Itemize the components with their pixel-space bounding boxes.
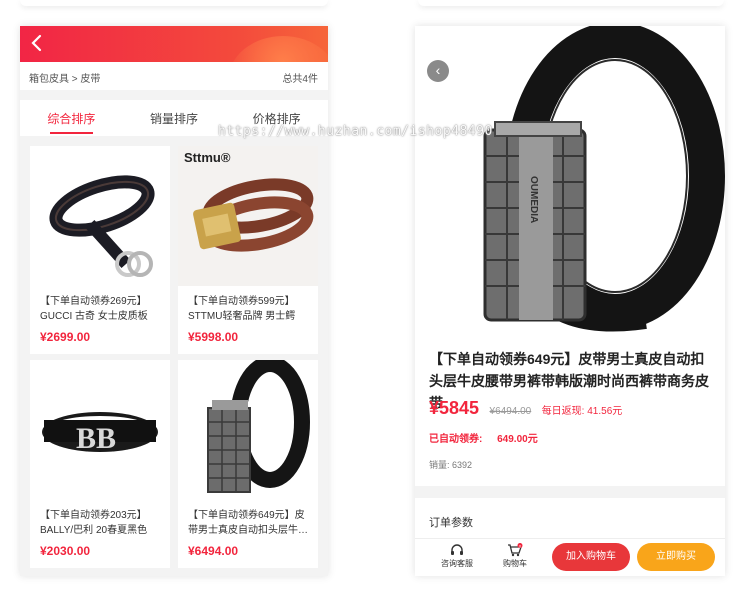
header-decoration (228, 36, 328, 62)
product-info: 【下单自动领券649元】皮带男士真皮自动扣头层牛皮腰带男裤带韩版潮时尚西裤带商务… (415, 336, 725, 486)
breadcrumb-bar: 箱包皮具 > 皮带 总共4件 (20, 62, 328, 90)
product-title[interactable]: 【下单自动领券599元】STTMU轻奢品牌 男士鳄鱼… (188, 294, 312, 324)
product-image[interactable]: BB (30, 360, 170, 500)
coupon-label: 已自动领券: (429, 434, 483, 445)
coupon-line: 已自动领券: 649.00元 (429, 430, 538, 445)
item-count: 总共4件 (282, 74, 318, 85)
customer-service-label: 咨询客服 (441, 559, 473, 568)
product-list-screen: 箱包皮具 > 皮带 总共4件 综合排序 销量排序 价格排序 【下单自动领券269… (20, 26, 328, 576)
cart-button[interactable]: 0 购物车 (495, 543, 535, 569)
previous-screen-edge-right (418, 0, 724, 6)
product-price: ¥2030.00 (40, 544, 91, 558)
product-card[interactable]: Sttmu® 【下单自动领券599元】STTMU轻奢品牌 男士鳄鱼… ¥5998… (178, 146, 318, 354)
watermark-text: https://www.huzhan.com/ishop48490 (218, 124, 493, 139)
sales-count: 销量: 6392 (429, 460, 473, 470)
order-params-section[interactable]: 订单参数 (415, 498, 725, 538)
order-params-label: 订单参数 (429, 517, 473, 529)
bottom-action-bar: 咨询客服 0 购物车 加入购物车 立即购买 (415, 538, 725, 576)
coupon-amount: 649.00元 (497, 434, 538, 445)
product-title[interactable]: 【下单自动领券649元】皮带男士真皮自动扣头层牛… (188, 508, 312, 538)
product-image[interactable] (178, 360, 318, 500)
product-card[interactable]: 【下单自动领券269元】GUCCI 古奇 女士皮质板扣… ¥2699.00 (30, 146, 170, 354)
brand-logo: Sttmu® (184, 150, 231, 165)
cart-label: 购物车 (503, 559, 527, 568)
buy-now-button[interactable]: 立即购买 (637, 543, 715, 571)
daily-rebate: 每日返现: 41.56元 (541, 406, 623, 417)
back-arrow-icon[interactable]: ‹ (427, 60, 449, 82)
tab-sort-sales[interactable]: 销量排序 (123, 100, 226, 136)
breadcrumb[interactable]: 箱包皮具 > 皮带 (29, 70, 100, 85)
product-title[interactable]: 【下单自动领券203元】BALLY/巴利 20春夏黑色拼… (40, 508, 164, 538)
product-image[interactable]: Sttmu® (178, 146, 318, 286)
back-arrow-icon[interactable] (30, 34, 50, 54)
product-card[interactable]: 【下单自动领券649元】皮带男士真皮自动扣头层牛… ¥6494.00 (178, 360, 318, 568)
product-detail-screen: OUMEDIA ‹ 【下单自动领券649元】皮带男士真皮自动扣头层牛皮腰带男裤带… (415, 26, 725, 576)
header-bar (20, 26, 328, 62)
svg-text:BB: BB (76, 422, 116, 455)
product-price: ¥5998.00 (188, 330, 239, 344)
product-hero-image[interactable]: OUMEDIA ‹ (415, 26, 725, 336)
product-price: ¥6494.00 (188, 544, 239, 558)
headset-icon (451, 544, 463, 555)
previous-screen-edge-left (20, 0, 328, 6)
product-price: ¥2699.00 (40, 330, 91, 344)
customer-service-button[interactable]: 咨询客服 (437, 543, 477, 569)
original-price: ¥6494.00 (489, 406, 532, 417)
cart-icon: 0 (508, 543, 523, 557)
product-card[interactable]: BB 【下单自动领券203元】BALLY/巴利 20春夏黑色拼… ¥2030.0… (30, 360, 170, 568)
add-to-cart-button[interactable]: 加入购物车 (552, 543, 630, 571)
product-title[interactable]: 【下单自动领券269元】GUCCI 古奇 女士皮质板扣… (40, 294, 164, 324)
tab-sort-comprehensive[interactable]: 综合排序 (20, 100, 123, 136)
current-price: ¥5845 (429, 398, 480, 418)
price-row: ¥5845 ¥6494.00 每日返现: 41.56元 (429, 398, 719, 424)
buckle-brand-text: OUMEDIA (528, 176, 539, 223)
product-image[interactable] (30, 146, 170, 286)
